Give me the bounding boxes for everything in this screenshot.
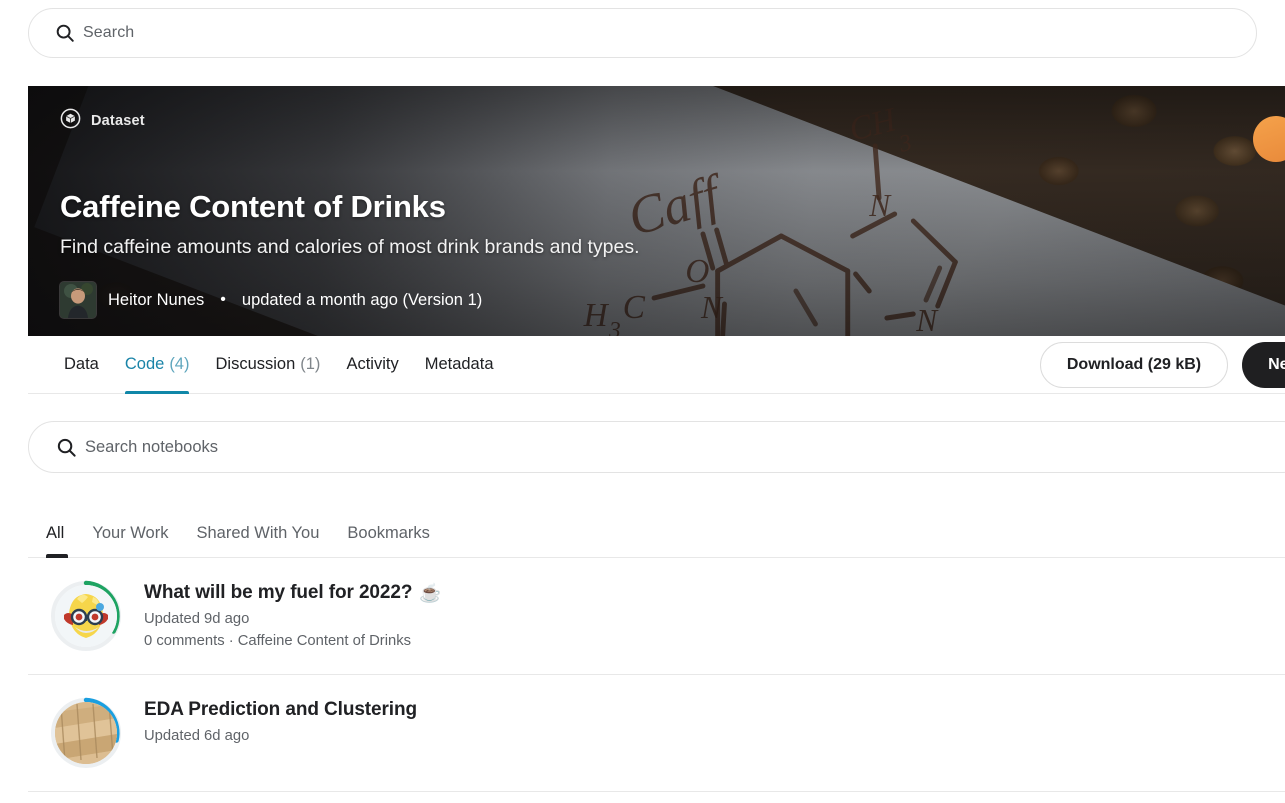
notebook-filter-tabs: All Your Work Shared With You Bookmarks <box>28 506 1285 558</box>
notebook-title-text: What will be my fuel for 2022? <box>144 582 413 603</box>
search-input[interactable]: Search <box>28 8 1257 58</box>
notebook-title[interactable]: EDA Prediction and Clustering <box>144 699 417 721</box>
search-notebooks-input[interactable]: Search notebooks <box>28 421 1285 473</box>
tab-data[interactable]: Data <box>64 336 99 393</box>
tab-discussion[interactable]: Discussion (1) <box>215 336 320 393</box>
updated-text: updated a month ago (Version 1) <box>241 290 483 309</box>
tab-activity[interactable]: Activity <box>346 336 398 393</box>
dataset-hero-banner: Caff O CH 3 N N N H 3 C <box>28 86 1285 336</box>
search-icon <box>47 436 85 459</box>
dataset-tab-bar: Data Code (4) Discussion (1) Activity Me… <box>28 336 1285 394</box>
global-search-bar: Search <box>0 0 1285 58</box>
tab-metadata[interactable]: Metadata <box>425 336 494 393</box>
byline-separator: • <box>220 291 226 308</box>
notebook-title-text: EDA Prediction and Clustering <box>144 699 417 720</box>
tab-discussion-count: (1) <box>300 355 321 373</box>
filter-tab-your-work[interactable]: Your Work <box>92 524 168 557</box>
tab-code-label: Code <box>124 355 165 373</box>
list-item[interactable]: What will be my fuel for 2022? ☕ Updated… <box>28 558 1285 675</box>
notebook-meta: 0 comments · Caffeine Content of Drinks <box>144 633 412 649</box>
tab-code-count: (4) <box>169 355 190 373</box>
author-name[interactable]: Heitor Nunes <box>108 291 204 310</box>
tab-data-label: Data <box>64 355 99 373</box>
tab-code[interactable]: Code (4) <box>124 336 190 394</box>
dataset-type-label: Dataset <box>91 113 145 129</box>
notebook-list: What will be my fuel for 2022? ☕ Updated… <box>28 558 1285 792</box>
list-item[interactable]: EDA Prediction and Clustering Updated 6d… <box>28 675 1285 792</box>
notebook-avatar <box>55 702 117 764</box>
notebook-search-bar: Search notebooks <box>0 394 1285 473</box>
filter-tab-all[interactable]: All <box>46 524 69 558</box>
search-notebooks-placeholder: Search notebooks <box>85 437 219 456</box>
search-placeholder: Search <box>83 24 135 41</box>
notebook-updated: Updated 9d ago <box>144 611 250 627</box>
notebook-avatar <box>55 585 117 647</box>
notebook-title[interactable]: What will be my fuel for 2022? ☕ <box>144 582 442 604</box>
dataset-type-badge: Dataset <box>60 108 1261 134</box>
page-subtitle: Find caffeine amounts and calories of mo… <box>60 236 640 258</box>
filter-tab-bookmarks[interactable]: Bookmarks <box>347 524 430 557</box>
download-button[interactable]: Download (29 kB) <box>1039 341 1229 388</box>
tab-discussion-label: Discussion <box>215 355 296 373</box>
notebook-thumbnail <box>50 697 122 769</box>
notebook-updated: Updated 6d ago <box>144 728 250 744</box>
tab-activity-label: Activity <box>346 355 399 373</box>
coffee-emoji-icon: ☕ <box>419 582 442 603</box>
filter-tab-shared-with-you[interactable]: Shared With You <box>196 524 319 557</box>
dataset-cube-icon <box>60 108 81 134</box>
search-icon <box>47 22 83 44</box>
notebook-thumbnail <box>50 580 122 652</box>
tab-metadata-label: Metadata <box>424 355 494 373</box>
author-byline: Heitor Nunes • updated a month ago (Vers… <box>60 282 1261 318</box>
new-notebook-button[interactable]: New <box>1242 341 1285 388</box>
page-title: Caffeine Content of Drinks <box>60 189 446 224</box>
author-avatar[interactable] <box>60 282 96 318</box>
